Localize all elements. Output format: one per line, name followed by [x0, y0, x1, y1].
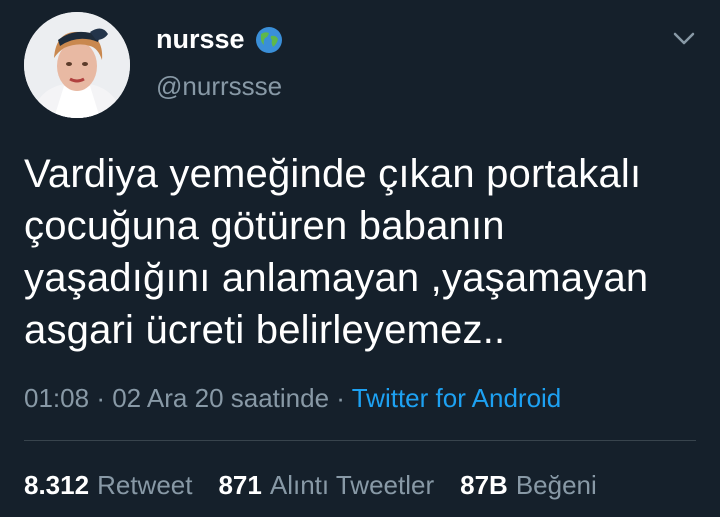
avatar[interactable] [24, 12, 130, 118]
tweet-header: nursse @nurrssse [24, 12, 704, 122]
likes-count: 87B [460, 470, 508, 500]
user-handle[interactable]: @nurrssse [156, 71, 283, 102]
retweets-stat[interactable]: 8.312 Retweet [24, 470, 192, 501]
globe-icon [255, 26, 283, 54]
chevron-down-icon[interactable] [672, 26, 696, 50]
retweets-label: Retweet [97, 470, 193, 500]
quotes-count: 871 [218, 470, 262, 500]
quotes-stat[interactable]: 871 Alıntı Tweetler [218, 470, 434, 501]
user-names: nursse @nurrssse [156, 24, 283, 102]
tweet-time[interactable]: 01:08 [24, 383, 89, 413]
tweet-text-line: Vardiya yemeğinde çıkan portakalı [24, 152, 642, 196]
tweet-text-line: yaşadığını anlamayan ,yaşamayan [24, 256, 649, 300]
display-name[interactable]: nursse [156, 24, 245, 55]
likes-stat[interactable]: 87B Beğeni [460, 470, 597, 501]
tweet-text-line: asgari ücreti belirleyemez.. [24, 308, 506, 352]
tweet-stats: 8.312 Retweet 871 Alıntı Tweetler 87B Be… [24, 470, 597, 501]
divider [24, 440, 696, 441]
tweet-source-link[interactable]: Twitter for Android [352, 383, 562, 413]
meta-separator: · [96, 383, 105, 413]
tweet-date[interactable]: 02 Ara 20 saatinde [112, 383, 329, 413]
likes-label: Beğeni [515, 470, 597, 500]
meta-separator: · [336, 383, 345, 413]
retweets-count: 8.312 [24, 470, 90, 500]
tweet-text: Vardiya yemeğinde çıkan portakalı çocuğu… [24, 148, 704, 356]
tweet-text-line: çocuğuna götüren babanın [24, 204, 505, 248]
quotes-label: Alıntı Tweetler [269, 470, 435, 500]
tweet-meta: 01:08 · 02 Ara 20 saatinde · Twitter for… [24, 383, 561, 414]
display-name-row[interactable]: nursse [156, 24, 283, 55]
